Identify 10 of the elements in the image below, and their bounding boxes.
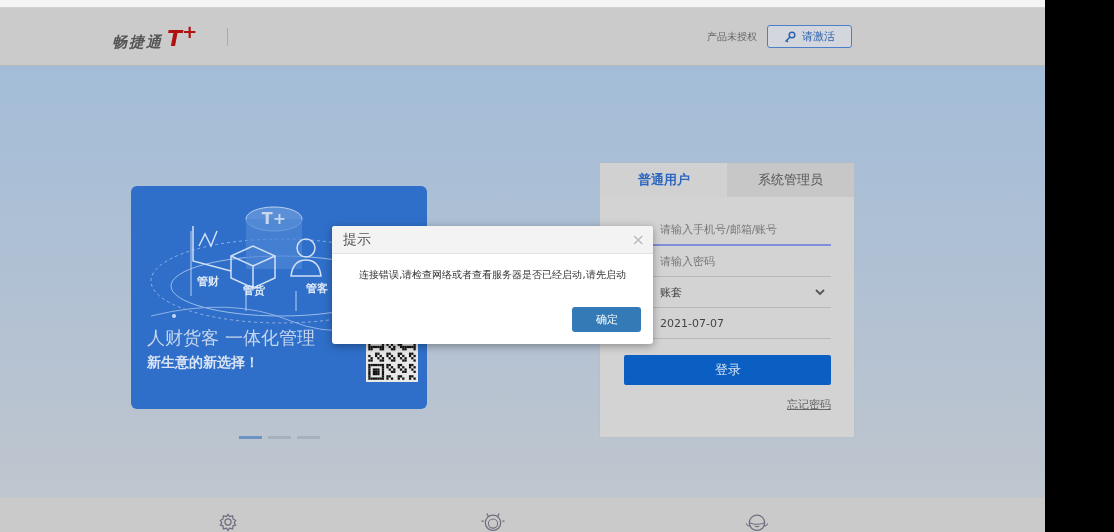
tagline: 新生意的新选择！ [147, 354, 260, 372]
logo: 畅捷通 T$^{+}$ [112, 21, 198, 52]
license-status: 产品未授权 [707, 29, 757, 44]
dialog-title: 提示 [343, 230, 371, 249]
error-message: 连接错误,请检查网络或者查看服务器是否已经启动,请先启动 [358, 268, 627, 282]
badge-label: T+ [261, 209, 287, 228]
illustration-label: 管财 [197, 275, 219, 288]
illustration-label: 管客 [306, 282, 328, 295]
illustration-label: 管货 [243, 284, 265, 297]
headline: 人财货客 一体化管理 [147, 326, 315, 350]
